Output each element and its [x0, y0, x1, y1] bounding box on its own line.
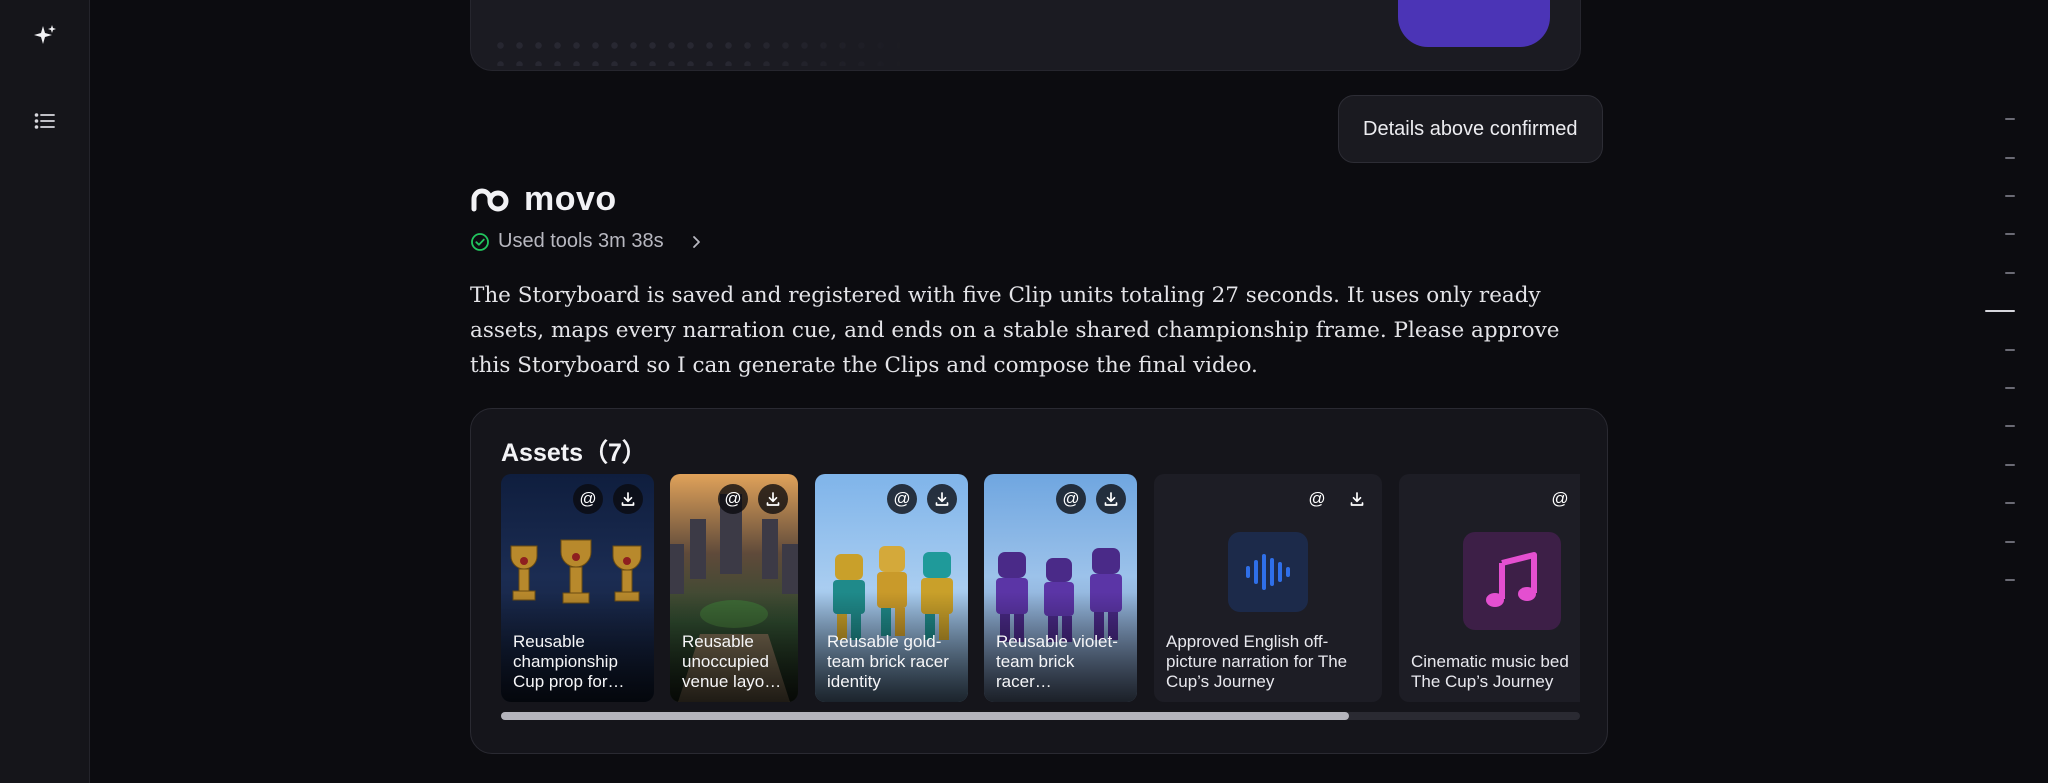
dot-pattern	[491, 36, 911, 66]
sidebar	[0, 0, 90, 783]
mention-button[interactable]: @	[1056, 484, 1086, 514]
primary-action-button[interactable]	[1398, 0, 1550, 47]
download-icon	[1350, 492, 1364, 506]
download-button[interactable]	[1342, 484, 1372, 514]
assets-title: Assets（7）	[501, 439, 647, 467]
carousel-scrollbar[interactable]	[501, 712, 1580, 720]
outline-marker[interactable]	[2005, 272, 2015, 274]
outline-marker[interactable]	[2005, 233, 2015, 235]
asset-tile[interactable]: @ Reusable gold-team brick racer identit…	[815, 474, 968, 702]
asset-tile[interactable]: @ Reusable unoccupied venue layo…	[670, 474, 798, 702]
download-button[interactable]	[927, 484, 957, 514]
download-icon	[621, 492, 635, 506]
tools-used-toggle[interactable]: Used tools 3m 38s	[470, 230, 706, 253]
asset-tile[interactable]: @ Reusable violet-team brick racer…	[984, 474, 1137, 702]
check-circle-icon	[471, 232, 489, 251]
audio-waveform-icon	[1228, 532, 1308, 612]
asset-tile[interactable]: @ Approved English off-picture narration…	[1154, 474, 1382, 702]
outline-marker[interactable]	[2005, 118, 2015, 120]
assets-panel: Assets（7） @ Reusable championship Cup pr…	[470, 408, 1608, 754]
list-icon[interactable]	[29, 105, 61, 137]
asset-tile[interactable]: @ Cinematic music bed The Cup’s Journey	[1399, 474, 1580, 702]
asset-caption: Reusable championship Cup prop for…	[513, 632, 625, 691]
download-button[interactable]	[1096, 484, 1126, 514]
mention-button[interactable]: @	[887, 484, 917, 514]
asset-caption: Reusable gold-team brick racer identity	[827, 632, 949, 691]
outline-marker[interactable]	[2005, 157, 2015, 159]
asset-caption: Reusable violet-team brick racer…	[996, 632, 1118, 691]
outline-marker[interactable]	[2005, 464, 2015, 466]
asset-caption: Cinematic music bed The Cup’s Journey	[1411, 652, 1569, 691]
outline-marker[interactable]	[2005, 387, 2015, 389]
download-icon	[1104, 492, 1118, 506]
mention-button[interactable]: @	[1302, 484, 1332, 514]
download-button[interactable]	[613, 484, 643, 514]
brand-name: movo	[524, 180, 617, 218]
download-icon	[766, 492, 780, 506]
scrollbar-thumb[interactable]	[501, 712, 1350, 720]
outline-marker[interactable]	[2005, 541, 2015, 543]
mention-button[interactable]: @	[573, 484, 603, 514]
infinity-logo-icon	[471, 188, 509, 211]
outline-marker[interactable]	[2005, 579, 2015, 581]
outline-marker[interactable]	[2005, 502, 2015, 504]
chevron-right-icon	[692, 235, 700, 248]
user-message-bubble: Details above confirmed	[1338, 95, 1603, 163]
outline-marker[interactable]	[2005, 349, 2015, 351]
assets-carousel: @ Reusable championship Cup prop for… @ …	[501, 474, 1580, 704]
asset-tile[interactable]: @ Reusable championship Cup prop for…	[501, 474, 654, 702]
outline-marker[interactable]	[2005, 425, 2015, 427]
asset-caption: Reusable unoccupied venue layo…	[682, 632, 782, 691]
download-icon	[935, 492, 949, 506]
assistant-message: The Storyboard is saved and registered w…	[470, 283, 1560, 378]
download-button[interactable]	[758, 484, 788, 514]
outline-marker[interactable]	[2005, 195, 2015, 197]
music-note-icon	[1463, 532, 1561, 630]
mention-button[interactable]: @	[1545, 484, 1575, 514]
asset-caption: Approved English off-picture narration f…	[1166, 632, 1348, 691]
sparkles-icon[interactable]	[29, 20, 61, 52]
user-message-text: Details above confirmed	[1363, 117, 1578, 140]
mention-button[interactable]: @	[718, 484, 748, 514]
outline-marker-active[interactable]	[1985, 310, 2015, 312]
brand-logo: movo	[470, 180, 617, 219]
previous-message-card	[470, 0, 1581, 71]
tools-used-label: Used tools 3m 38s	[498, 230, 664, 252]
